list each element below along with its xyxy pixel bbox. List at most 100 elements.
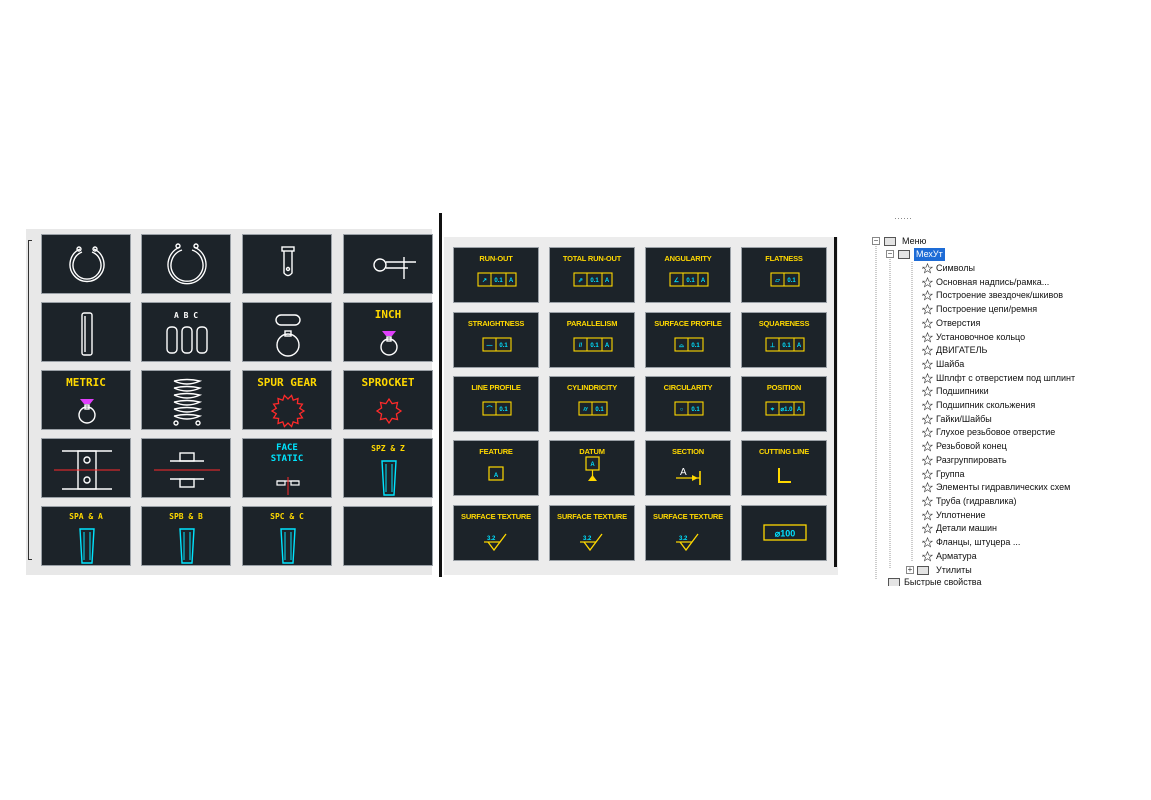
frame-cell: 0.1 xyxy=(590,278,599,284)
mech-tile-bearing-side-icon[interactable] xyxy=(141,438,231,498)
mech-tile-belt-spz-icon[interactable]: SPZ & Z xyxy=(343,438,433,498)
texture-value: 3.2 xyxy=(679,536,688,542)
gdt-tile-runout-icon[interactable]: ↗ 0.1 A RUN-OUT xyxy=(453,247,539,303)
mech-tile-shaft-metric-icon[interactable]: METRIC xyxy=(41,370,131,430)
frame-cell: ⊥ xyxy=(770,342,775,349)
gdt-tile-feature-icon[interactable]: A FEATURE xyxy=(453,440,539,496)
gdt-tile-label: SURFACE TEXTURE xyxy=(557,512,627,521)
circlip-external-icon xyxy=(69,246,105,283)
frame-cell: 0.1 xyxy=(499,343,508,349)
tree-guide-lines xyxy=(875,246,913,580)
frame-cell: 0.1 xyxy=(494,278,503,284)
gdt-tile-position-icon[interactable]: ⌖ ⌀1.0 A POSITION xyxy=(741,376,827,432)
frame-cell: A xyxy=(605,278,610,284)
frame-cell: ○ xyxy=(680,407,684,413)
mech-tile-shaft-key-icon[interactable] xyxy=(242,302,332,362)
mech-tile-pin-icon[interactable] xyxy=(242,234,332,294)
gdt-tile-label: CUTTING LINE xyxy=(758,447,810,456)
gdt-tile-label: PARALLELISM xyxy=(566,319,618,328)
frame-cell: 0.1 xyxy=(691,407,700,413)
gdt-tile-surface-texture-icon[interactable]: 3.2 SURFACE TEXTURE xyxy=(645,505,731,561)
tree-item-label: Детали машин xyxy=(936,523,998,534)
key-icon xyxy=(81,312,93,356)
frame-cell: ⌖ xyxy=(770,407,775,413)
frame-cell: A xyxy=(494,473,499,479)
mech-tile-key-icon[interactable] xyxy=(41,302,131,362)
mech-tile-keys-abc-icon[interactable]: A B C xyxy=(141,302,231,362)
mech-tile-face-seal-icon[interactable]: FACE STATIC xyxy=(242,438,332,498)
tree-item-label: Глухое резьбовое отверстие xyxy=(936,427,1056,438)
frame-cell: ⌭ xyxy=(582,407,588,413)
gdt-tile-section-icon[interactable]: A SECTION xyxy=(645,440,731,496)
mech-tile-belt-spa-icon[interactable]: SPA & A xyxy=(41,506,131,566)
gdt-tile-parallelism-icon[interactable]: // 0.1 A PARALLELISM xyxy=(549,312,635,368)
mech-tile-belt-spc-icon[interactable]: SPC & C xyxy=(242,506,332,566)
texture-value: 3.2 xyxy=(487,536,496,542)
mech-tile-circlip-external-icon[interactable] xyxy=(41,234,131,294)
gdt-tile-straightness-icon[interactable]: — 0.1 STRAIGHTNESS xyxy=(453,312,539,368)
tree-item-label: Гайки/Шайбы xyxy=(936,413,992,424)
frame-cell: 0.1 xyxy=(782,343,791,349)
frame-cell: ∠ xyxy=(674,277,679,284)
mech-tile-circlip-internal-icon[interactable] xyxy=(141,234,231,294)
mech-tile-label: FACE xyxy=(276,443,298,453)
mech-tile-label: SPA & A xyxy=(69,512,103,521)
mech-tile-spur-gear-icon[interactable]: SPUR GEAR xyxy=(242,370,332,430)
circlip-internal-icon xyxy=(167,243,207,285)
frame-cell: 0.1 xyxy=(686,278,695,284)
gdt-tile-datum-icon[interactable]: A DATUM xyxy=(549,440,635,496)
frame-cell: A xyxy=(797,407,802,413)
empty-tile xyxy=(344,507,433,566)
frame-cell: ↗ xyxy=(482,278,487,284)
mech-tile-sprocket-icon[interactable]: SPROCKET xyxy=(343,370,433,430)
frame-cell: A xyxy=(509,278,514,284)
gdt-tile-label: FLATNESS xyxy=(765,254,803,263)
bearing-section-icon xyxy=(54,450,120,490)
gdt-tile-label: DATUM xyxy=(579,447,605,456)
frame-cell: A xyxy=(797,343,802,349)
gdt-tile-line-profile-icon[interactable]: ⌒ 0.1 LINE PROFILE xyxy=(453,376,539,432)
mech-tile-split-pin-icon[interactable] xyxy=(343,234,433,294)
mech-tile-label: SPROCKET xyxy=(361,376,415,389)
gdt-tile-surface-profile-icon[interactable]: ⌓ 0.1 SURFACE PROFILE xyxy=(645,312,731,368)
gdt-tile-angularity-icon[interactable]: ∠ 0.1 A ANGULARITY xyxy=(645,247,731,303)
frame-cell: 0.1 xyxy=(691,343,700,349)
gdt-tile-surface-texture-icon[interactable]: 3.2 SURFACE TEXTURE xyxy=(549,505,635,561)
frame-cell: ▱ xyxy=(774,278,780,284)
palette-right-edge xyxy=(834,237,837,567)
pin-icon xyxy=(281,246,295,277)
gdt-tile-flatness-icon[interactable]: ▱ 0.1 FLATNESS xyxy=(741,247,827,303)
tree-item-label: Шплфт с отверстием под шплинт xyxy=(936,372,1076,383)
gdt-tile-label: POSITION xyxy=(766,383,802,392)
frame-cell: // xyxy=(579,343,583,349)
mech-tile-empty-tile[interactable] xyxy=(343,506,433,566)
frame-cell: A xyxy=(701,278,706,284)
gdt-tile-cutting-line-icon[interactable]: CUTTING LINE xyxy=(741,440,827,496)
gdt-tile-squareness-icon[interactable]: ⊥ 0.1 A SQUARENESS xyxy=(741,312,827,368)
shaft-key-icon xyxy=(275,314,301,357)
gdt-tile-cylindricity-icon[interactable]: ⌭ 0.1 CYLINDRICITY xyxy=(549,376,635,432)
gdt-tile-surface-texture-icon[interactable]: 3.2 SURFACE TEXTURE xyxy=(453,505,539,561)
bearing-side-icon xyxy=(154,452,220,488)
mech-tile-label: INCH xyxy=(374,308,402,321)
mech-tile-bearing-section-icon[interactable] xyxy=(41,438,131,498)
frame-cell: 0.1 xyxy=(499,407,508,413)
gdt-tile-label: FEATURE xyxy=(479,447,513,456)
mech-tile-shaft-inch-icon[interactable]: INCH xyxy=(343,302,433,362)
mech-tile-belt-spb-icon[interactable]: SPB & B xyxy=(141,506,231,566)
tree-item-label: Резьбовой конец xyxy=(936,441,1007,452)
tree-item-label: Подшипник скольжения xyxy=(936,400,1036,410)
gdt-tile-label: SURFACE PROFILE xyxy=(654,319,722,328)
gdt-tile-diameter-icon[interactable]: ⌀100 xyxy=(741,505,827,561)
mech-tile-spring-icon[interactable] xyxy=(141,370,231,430)
frame-cell: ⌓ xyxy=(679,343,684,349)
mech-tile-label: SPZ & Z xyxy=(371,444,405,453)
gdt-tile-label: RUN-OUT xyxy=(479,254,513,263)
frame-cell: ⌒ xyxy=(485,405,492,413)
gdt-tile-total-runout-icon[interactable]: ⇗ 0.1 A TOTAL RUN-OUT xyxy=(549,247,635,303)
texture-value: 3.2 xyxy=(583,536,592,542)
gdt-tile-circularity-icon[interactable]: ○ 0.1 CIRCULARITY xyxy=(645,376,731,432)
frame-cell: 0.1 xyxy=(595,407,604,413)
gdt-tile-label: TOTAL RUN-OUT xyxy=(562,254,622,263)
gdt-tile-label: SURFACE TEXTURE xyxy=(653,512,723,521)
